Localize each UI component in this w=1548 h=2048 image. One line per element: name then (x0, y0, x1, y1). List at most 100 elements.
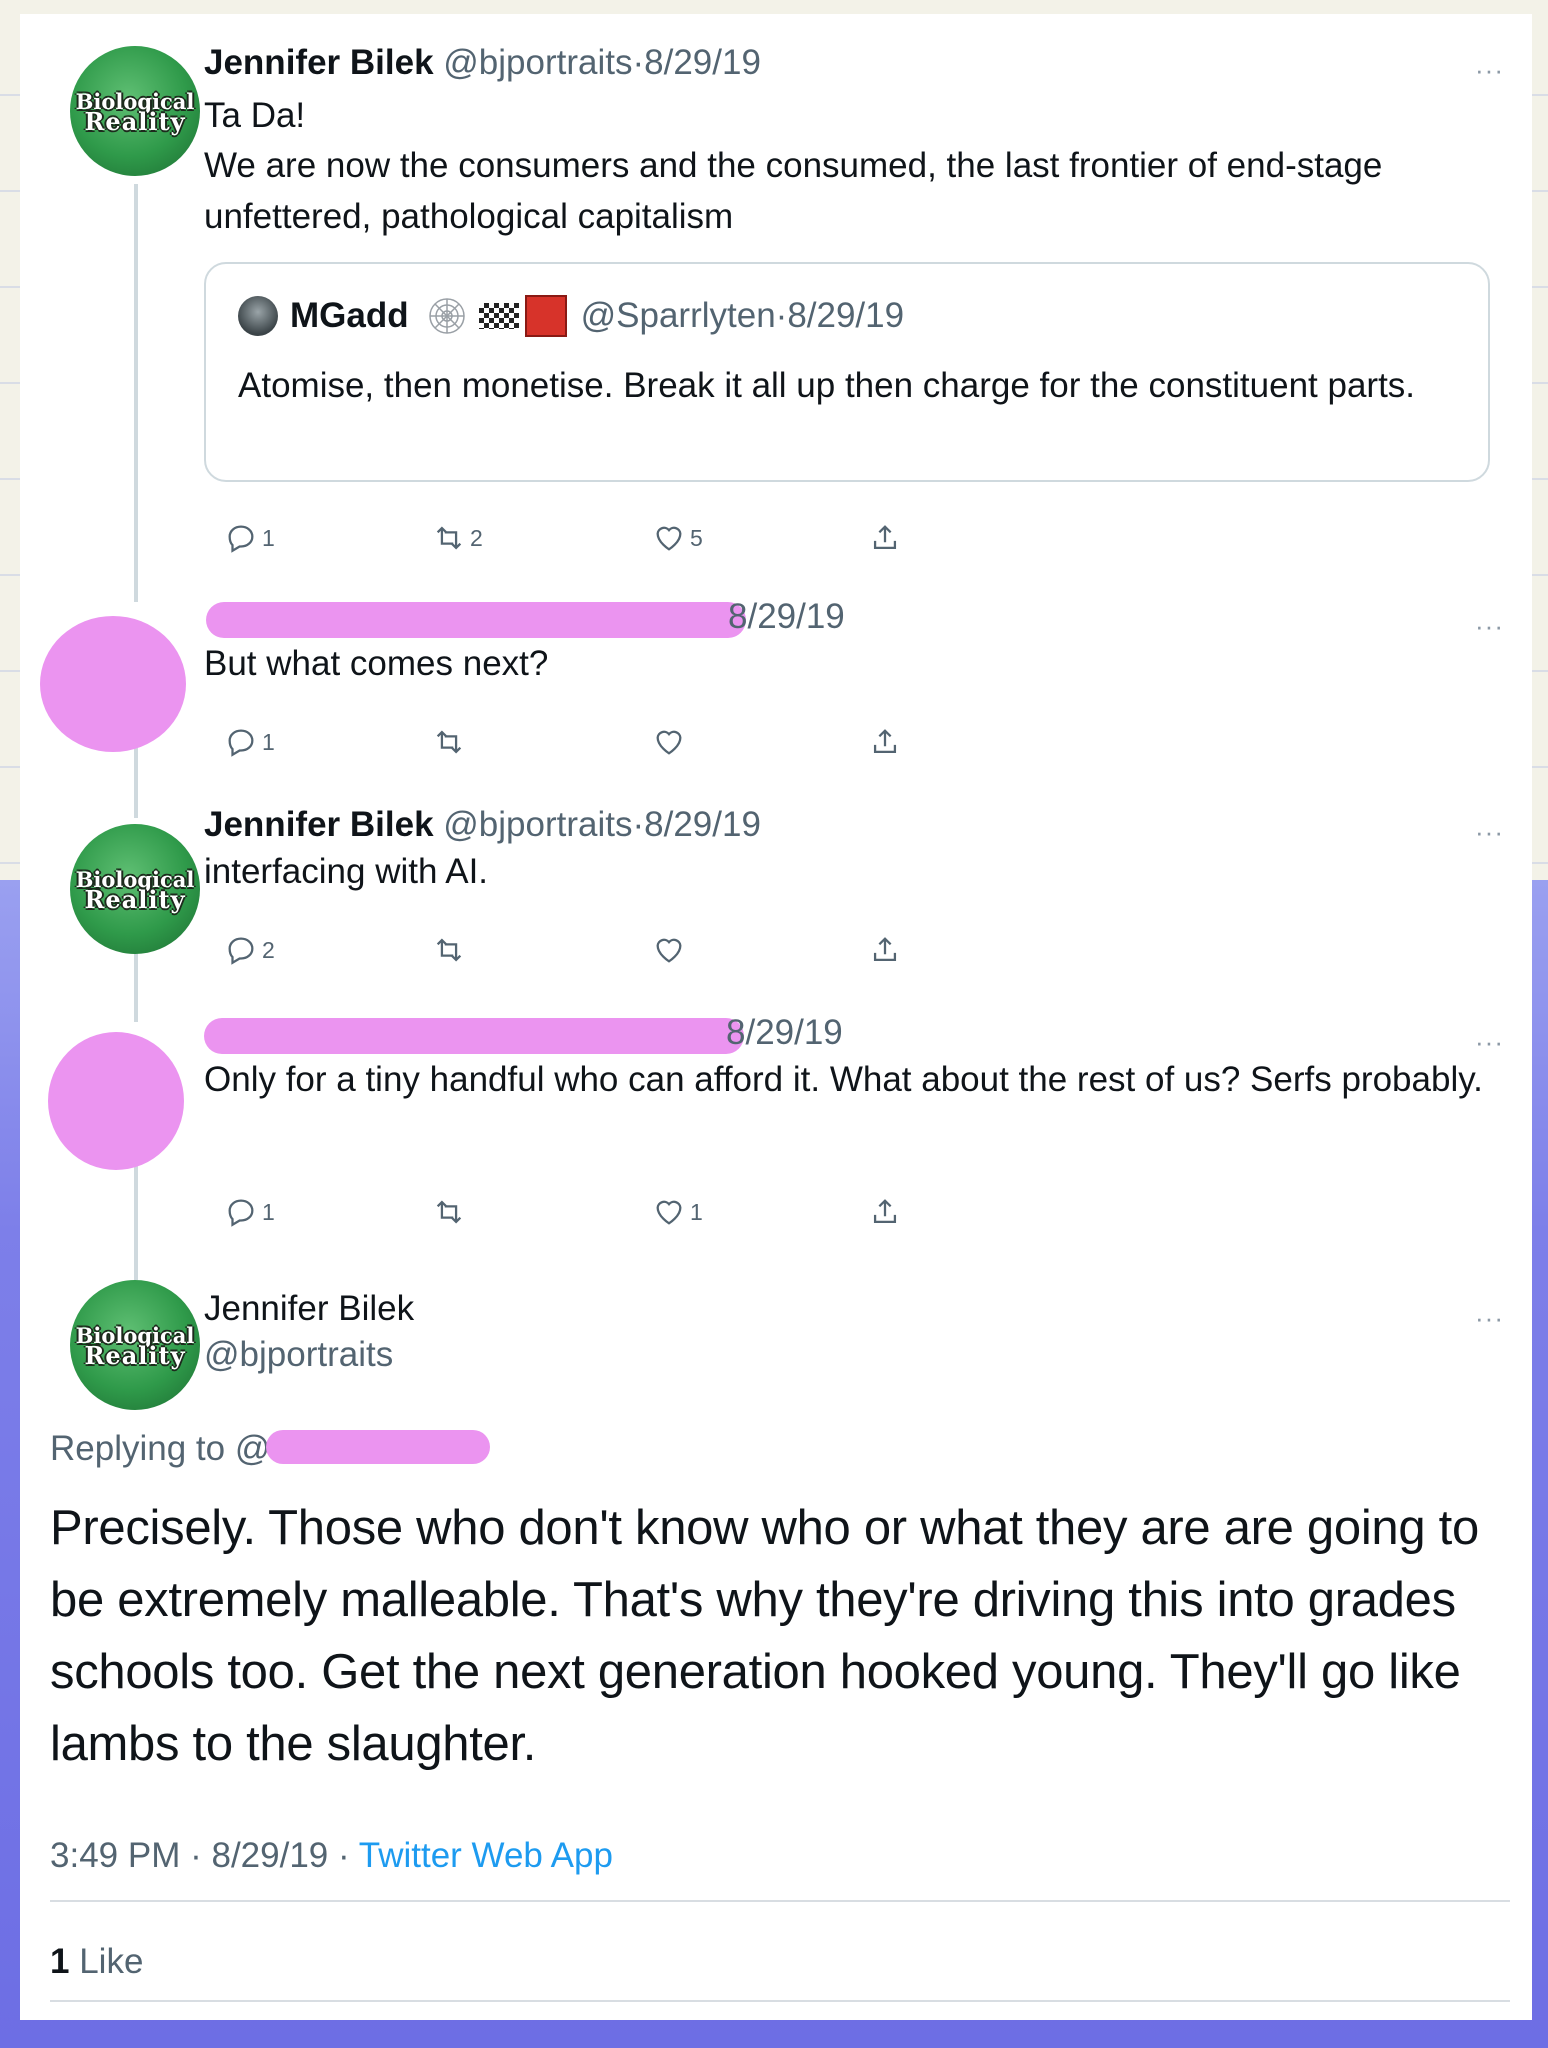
redacted-reply-handle (266, 1430, 490, 1464)
retweet-icon (436, 526, 462, 550)
more-icon[interactable]: ··· (1475, 1305, 1504, 1331)
like-count: 5 (690, 524, 703, 551)
redacted-avatar (40, 616, 186, 752)
tweet-text-line1: Ta Da! (204, 96, 306, 135)
tweet-time[interactable]: 3:49 PM (50, 1836, 180, 1875)
likes-label: Like (79, 1942, 144, 1981)
tweet-1[interactable]: Biological Reality Jennifer Bilek @bjpor… (20, 14, 1532, 594)
tweet-text: Only for a tiny handful who can afford i… (204, 1060, 1483, 1099)
reply-count: 2 (262, 936, 275, 963)
tweet-meta: 3:49 PM · 8/29/19 · Twitter Web App (50, 1836, 613, 1876)
quote-text: Atomise, then monetise. Break it all up … (238, 366, 1416, 405)
reply-count: 1 (262, 524, 275, 551)
share-button[interactable] (868, 518, 906, 558)
retweet-icon (436, 730, 462, 754)
share-button[interactable] (868, 722, 906, 762)
share-icon (873, 729, 897, 754)
more-icon[interactable]: ··· (1475, 819, 1504, 845)
replying-to-label: Replying to @ (50, 1429, 271, 1468)
retweet-button[interactable] (432, 722, 470, 762)
replying-to: Replying to @ (50, 1424, 270, 1474)
tweet-date[interactable]: 8/29/19 (726, 1013, 843, 1052)
divider (50, 1900, 1510, 1902)
retweet-button[interactable]: 2 (432, 518, 483, 558)
separator: · (338, 1836, 350, 1875)
tweet-date[interactable]: 8/29/19 (728, 597, 845, 636)
tweet-text: We are now the consumers and the consume… (204, 146, 1383, 236)
share-icon (873, 525, 897, 550)
reply-button[interactable]: 1 (224, 722, 275, 762)
retweet-button[interactable] (432, 930, 470, 970)
tweet-date[interactable]: 8/29/19 (644, 805, 761, 844)
main-tweet-text: Precisely. Those who don't know who or w… (50, 1501, 1479, 1771)
quote-header: MGadd @Sparrlyten · 8/29/19 (238, 292, 904, 340)
tweet-actions: 1 (204, 722, 904, 762)
quote-author-handle: @Sparrlyten (580, 296, 776, 335)
quote-author-name: MGadd (290, 296, 409, 335)
likes-stat[interactable]: 1 Like (50, 1942, 143, 1982)
author-handle[interactable]: @bjportraits (443, 43, 632, 82)
tweet-3[interactable]: Biological Reality Jennifer Bilek @bjpor… (20, 802, 1532, 1010)
tweet-actions: 2 (204, 930, 904, 970)
retweet-button[interactable] (432, 1192, 470, 1232)
tweet-text: But what comes next? (204, 644, 549, 683)
reply-button[interactable]: 1 (224, 518, 275, 558)
tweet-text: interfacing with AI. (204, 852, 489, 891)
source-app-link[interactable]: Twitter Web App (359, 1836, 613, 1875)
author-handle[interactable]: @bjportraits (204, 1332, 393, 1378)
quote-avatar (238, 296, 278, 336)
like-button[interactable] (652, 930, 690, 970)
reply-button[interactable]: 1 (224, 1192, 275, 1232)
avatar[interactable]: Biological Reality (70, 824, 200, 954)
like-button[interactable]: 1 (652, 1192, 703, 1232)
divider (50, 2000, 1510, 2002)
avatar[interactable]: Biological Reality (70, 46, 200, 176)
tweet-2[interactable]: 8/29/19 ··· But what comes next? 1 (20, 594, 1532, 802)
separator: · (632, 805, 645, 844)
more-icon[interactable]: ··· (1475, 1029, 1504, 1055)
tweet-date[interactable]: 8/29/19 (211, 1836, 328, 1875)
like-count: 1 (690, 1198, 703, 1225)
author-name[interactable]: Jennifer Bilek (204, 43, 434, 82)
retweet-count: 2 (470, 524, 483, 551)
avatar-logo: Biological Reality (75, 867, 195, 914)
tweet-header: Jennifer Bilek @bjportraits·8/29/19 (204, 40, 761, 86)
reply-icon (228, 525, 254, 553)
reply-icon (228, 729, 254, 757)
like-button[interactable]: 5 (652, 518, 703, 558)
share-button[interactable] (868, 930, 906, 970)
tweet-actions: 1 2 5 (204, 518, 904, 558)
avatar-logo: Biological Reality (75, 1323, 195, 1370)
author-handle[interactable]: @bjportraits (443, 805, 632, 844)
red-square-icon (524, 295, 567, 337)
like-icon (656, 730, 682, 755)
tweet-actions: 1 1 (204, 1192, 904, 1232)
more-icon[interactable]: ··· (1475, 613, 1504, 639)
reply-icon (228, 937, 254, 965)
checkered-flag-icon (478, 303, 519, 329)
share-icon (873, 937, 897, 962)
tweet-4[interactable]: 8/29/19 ··· Only for a tiny handful who … (20, 1010, 1532, 1272)
like-icon (656, 938, 682, 963)
share-icon (873, 1199, 897, 1224)
tweet-header: 8/29/19 (728, 594, 845, 640)
spider-web-icon (428, 298, 465, 334)
tweet-date[interactable]: 8/29/19 (644, 43, 761, 82)
like-button[interactable] (652, 722, 690, 762)
tweet-header: 8/29/19 (726, 1010, 843, 1056)
quote-date: 8/29/19 (787, 296, 905, 335)
avatar[interactable]: Biological Reality (70, 1280, 200, 1410)
quoted-tweet[interactable]: MGadd @Sparrlyten · 8/29/19 Atomise, then … (204, 262, 1490, 482)
reply-count: 1 (262, 1198, 275, 1225)
author-name[interactable]: Jennifer Bilek (204, 805, 434, 844)
share-button[interactable] (868, 1192, 906, 1232)
redacted-author (204, 1018, 744, 1054)
retweet-icon (436, 1200, 462, 1224)
separator: · (190, 1836, 202, 1875)
reply-count: 1 (262, 728, 275, 755)
retweet-icon (436, 938, 462, 962)
reply-button[interactable]: 2 (224, 930, 275, 970)
more-icon[interactable]: ··· (1475, 57, 1504, 83)
author-name[interactable]: Jennifer Bilek (204, 1286, 414, 1332)
separator: · (775, 296, 788, 335)
